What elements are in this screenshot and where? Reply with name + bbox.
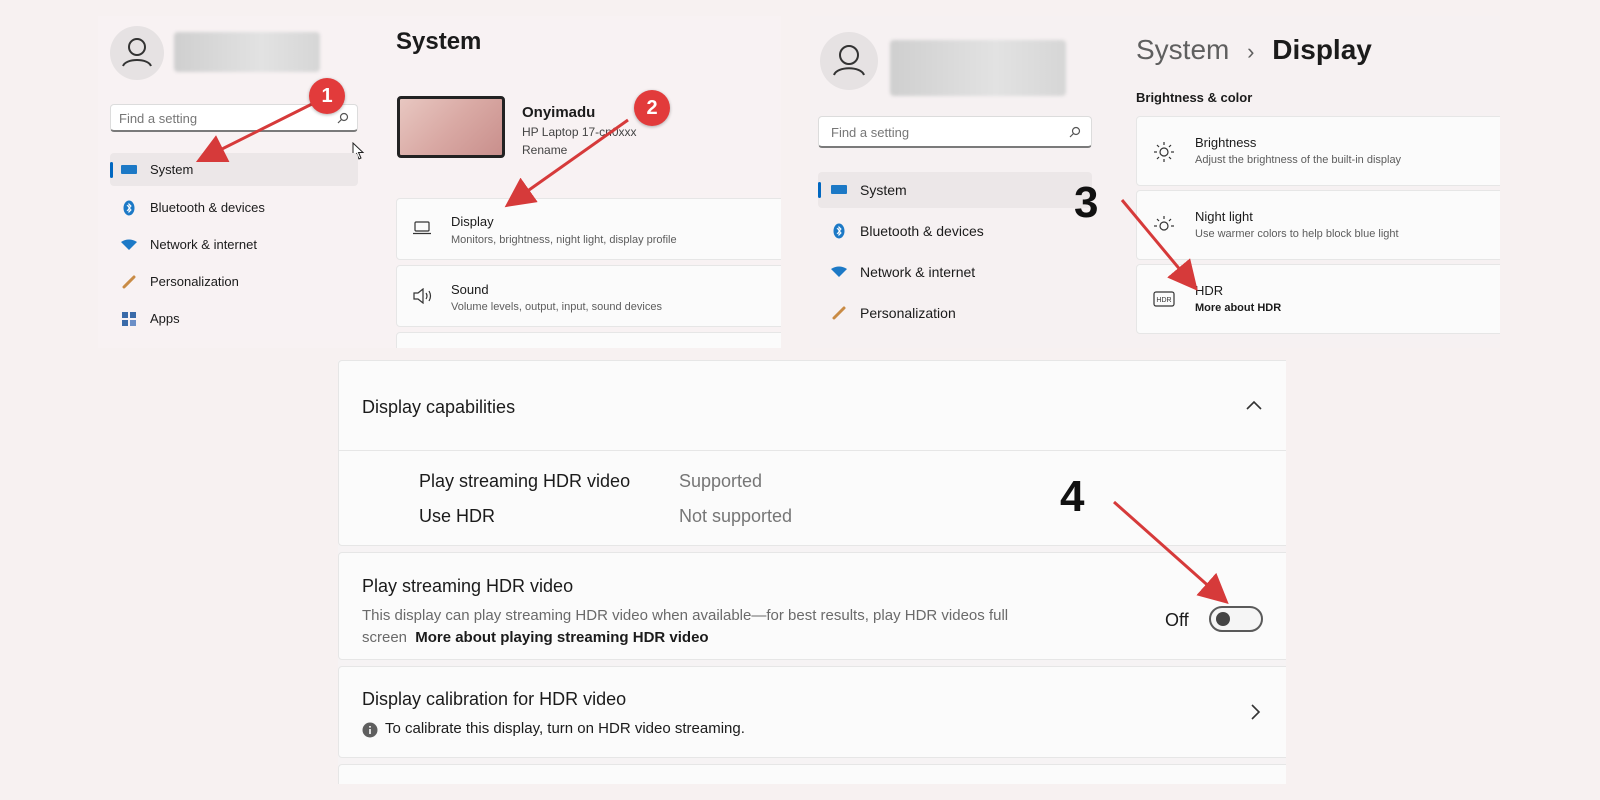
arrow-3 xyxy=(1120,199,1198,291)
step-badge-1: 1 xyxy=(309,78,345,114)
step-badge-2: 2 xyxy=(634,90,670,126)
step-number-3: 3 xyxy=(1074,178,1099,227)
arrow-1 xyxy=(195,102,313,163)
arrow-4 xyxy=(1113,500,1229,604)
arrow-2 xyxy=(504,118,629,208)
annotation-arrows xyxy=(195,102,1229,604)
step-number-4: 4 xyxy=(1060,472,1085,521)
